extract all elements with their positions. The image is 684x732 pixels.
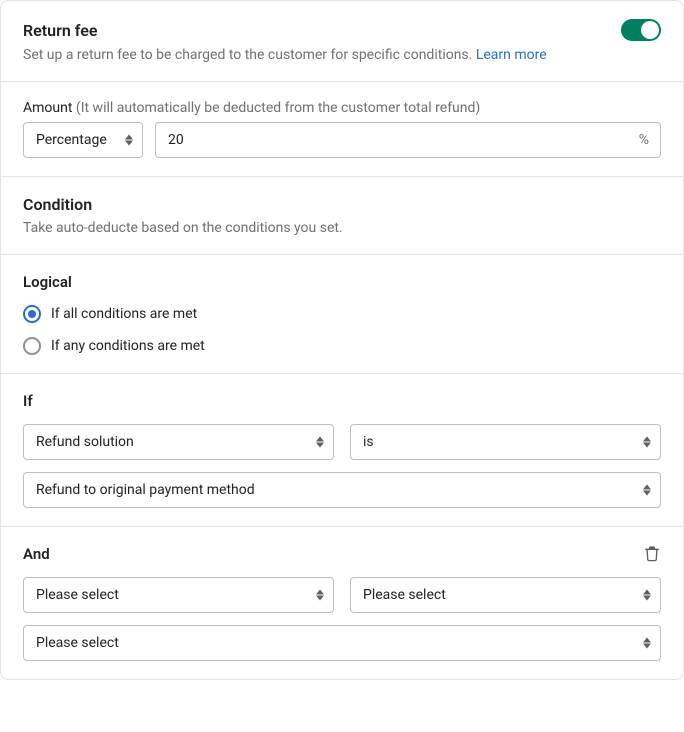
amount-label-text: Amount bbox=[23, 100, 76, 116]
card-subtitle: Set up a return fee to be charged to the… bbox=[23, 47, 661, 63]
learn-more-link[interactable]: Learn more bbox=[476, 47, 547, 63]
delete-button[interactable] bbox=[643, 545, 661, 563]
return-fee-card: Return fee Set up a return fee to be cha… bbox=[0, 0, 684, 680]
amount-type-select[interactable]: Percentage bbox=[23, 122, 143, 158]
radio-all-conditions[interactable]: If all conditions are met bbox=[23, 305, 661, 323]
percent-suffix: % bbox=[639, 132, 649, 148]
and-value-text: Please select bbox=[23, 625, 661, 661]
and-section: And Please select Please select bbox=[1, 527, 683, 679]
amount-label: Amount (It will automatically be deducte… bbox=[23, 100, 661, 116]
logical-section: Logical If all conditions are met If any… bbox=[1, 255, 683, 374]
amount-input[interactable]: 20 bbox=[155, 122, 661, 158]
condition-title: Condition bbox=[23, 195, 661, 214]
if-field-value: Refund solution bbox=[23, 424, 334, 460]
radio-all-label: If all conditions are met bbox=[51, 306, 197, 322]
and-value-select[interactable]: Please select bbox=[23, 625, 661, 661]
if-section: If Refund solution is Refund to original… bbox=[1, 374, 683, 527]
subtitle-text: Set up a return fee to be charged to the… bbox=[23, 47, 476, 63]
condition-desc: Take auto-deducte based on the condition… bbox=[23, 220, 661, 236]
amount-input-wrap[interactable]: 20 % bbox=[155, 122, 661, 158]
amount-type-value: Percentage bbox=[23, 122, 143, 158]
radio-icon bbox=[23, 337, 41, 355]
and-operator-select[interactable]: Please select bbox=[350, 577, 661, 613]
radio-any-conditions[interactable]: If any conditions are met bbox=[23, 337, 661, 355]
and-field-select[interactable]: Please select bbox=[23, 577, 334, 613]
if-operator-select[interactable]: is bbox=[350, 424, 661, 460]
logical-title: Logical bbox=[23, 273, 661, 291]
and-field-value: Please select bbox=[23, 577, 334, 613]
if-field-select[interactable]: Refund solution bbox=[23, 424, 334, 460]
enable-toggle[interactable] bbox=[621, 19, 661, 41]
radio-icon bbox=[23, 305, 41, 323]
radio-any-label: If any conditions are met bbox=[51, 338, 205, 354]
if-value-text: Refund to original payment method bbox=[23, 472, 661, 508]
amount-section: Amount (It will automatically be deducte… bbox=[1, 82, 683, 177]
header-section: Return fee Set up a return fee to be cha… bbox=[1, 1, 683, 82]
card-title: Return fee bbox=[23, 21, 97, 40]
trash-icon bbox=[643, 545, 661, 563]
amount-hint: (It will automatically be deducted from … bbox=[76, 100, 480, 116]
and-operator-value: Please select bbox=[350, 577, 661, 613]
and-title: And bbox=[23, 545, 50, 563]
if-title: If bbox=[23, 392, 661, 410]
if-operator-value: is bbox=[350, 424, 661, 460]
condition-section: Condition Take auto-deducte based on the… bbox=[1, 177, 683, 255]
if-value-select[interactable]: Refund to original payment method bbox=[23, 472, 661, 508]
